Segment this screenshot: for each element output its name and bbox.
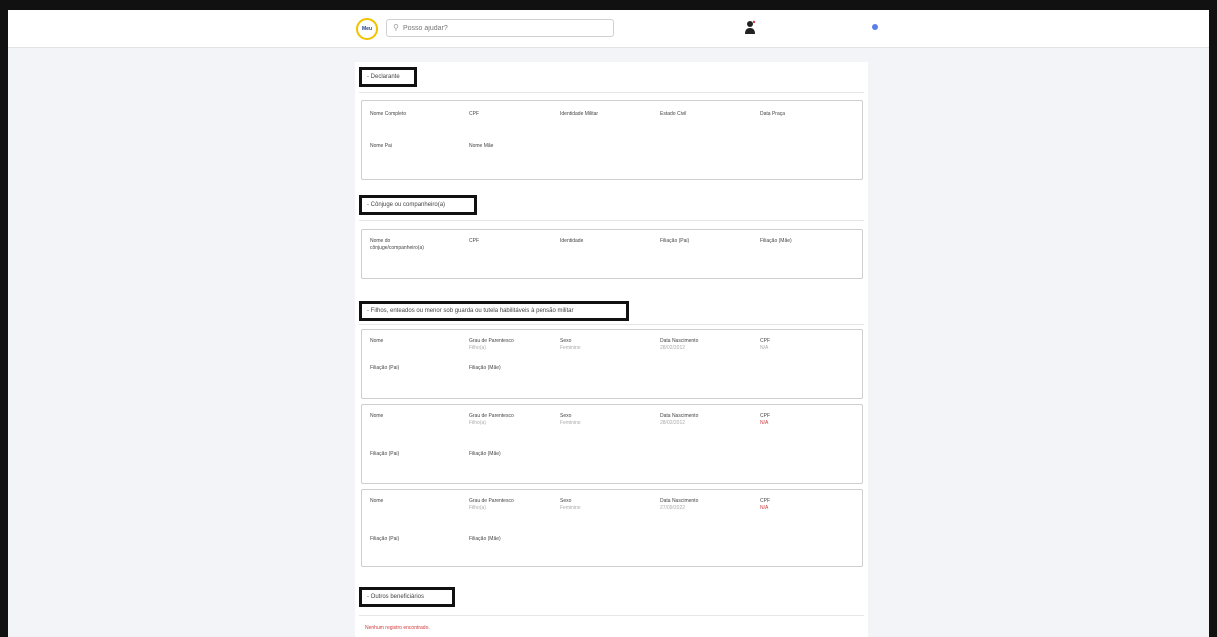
top-navigation-bar: Meu ⚲	[8, 10, 1209, 48]
menu-indicator[interactable]	[872, 24, 878, 30]
field-label: Filiação (Pai)	[370, 365, 400, 371]
section-title: - Cônjuge ou companheiro(a)	[367, 202, 446, 208]
field-label: Sexo	[560, 413, 572, 419]
field-value: Feminino	[560, 505, 581, 511]
field-label: Filiação (Mãe)	[469, 451, 501, 457]
field-value: N/A	[760, 420, 769, 426]
field-label: Nome do cônjuge/companheiro(a)	[370, 238, 424, 251]
field-label: Grau de Parentesco	[469, 498, 514, 504]
divider	[359, 220, 864, 221]
section-title: - Declarante	[367, 74, 400, 80]
conjuge-card: Nome do cônjuge/companheiro(a) CPF Ident…	[361, 229, 863, 279]
field-label: Sexo	[560, 498, 572, 504]
field-value: Feminino	[560, 345, 581, 351]
field-value: 28/02/2012	[660, 420, 686, 426]
main-content: - Declarante Nome Completo CPF Identidad…	[355, 62, 868, 637]
field-label: Estado Civil	[660, 111, 687, 117]
field-label: Sexo	[560, 338, 572, 344]
field-label: Identidade Militar	[560, 111, 599, 117]
app-logo[interactable]: Meu	[356, 18, 378, 40]
section-outros-header[interactable]: - Outros beneficiários	[359, 587, 455, 607]
filho-card: Nome Grau de Parentesco Filho(a) Sexo Fe…	[361, 404, 863, 484]
field-label: CPF	[760, 413, 770, 419]
field-label: Nome Completo	[370, 111, 407, 117]
field-label: CPF	[760, 338, 770, 344]
field-value: N/A	[760, 505, 769, 511]
field-label: CPF	[760, 498, 770, 504]
divider	[359, 92, 864, 93]
field-value: Filho(a)	[469, 345, 486, 351]
divider	[359, 615, 864, 616]
section-filhos-header[interactable]: - Filhos, enteados ou menor sob guarda o…	[359, 301, 629, 321]
field-label: Filiação (Pai)	[370, 536, 400, 542]
field-value: 27/09/2022	[660, 505, 686, 511]
field-label: Data Nascimento	[660, 498, 699, 504]
field-label: CPF	[469, 111, 479, 117]
search-icon: ⚲	[393, 23, 399, 32]
empty-state-message: Nenhum registro encontrado.	[365, 625, 430, 631]
search-input[interactable]	[403, 21, 603, 35]
field-value: Filho(a)	[469, 420, 486, 426]
filho-card: Nome Grau de Parentesco Filho(a) Sexo Fe…	[361, 489, 863, 567]
field-label: Filiação (Pai)	[660, 238, 690, 244]
field-value: Filho(a)	[469, 505, 486, 511]
field-label: Filiação (Mãe)	[469, 536, 501, 542]
field-value: Feminino	[560, 420, 581, 426]
section-conjuge-header[interactable]: - Cônjuge ou companheiro(a)	[359, 195, 477, 215]
field-label: Grau de Parentesco	[469, 413, 514, 419]
field-value: N/A	[760, 345, 769, 351]
field-label: Nome	[370, 338, 384, 344]
section-title: - Outros beneficiários	[367, 594, 425, 600]
field-label: Data Praça	[760, 111, 786, 117]
field-label: Filiação (Mãe)	[469, 365, 501, 371]
field-label: Data Nascimento	[660, 338, 699, 344]
field-value: 28/02/2012	[660, 345, 686, 351]
divider	[359, 324, 864, 325]
field-label: Nome	[370, 498, 384, 504]
field-label: Filiação (Mãe)	[760, 238, 792, 244]
search-box[interactable]: ⚲	[386, 19, 614, 37]
person-icon[interactable]	[744, 20, 756, 34]
section-title: - Filhos, enteados ou menor sob guarda o…	[367, 308, 574, 314]
field-label: Nome Pai	[370, 143, 392, 149]
declarante-card: Nome Completo CPF Identidade Militar Est…	[361, 100, 863, 180]
field-label: CPF	[469, 238, 479, 244]
field-label: Filiação (Pai)	[370, 451, 400, 457]
field-label: Nome	[370, 413, 384, 419]
field-label: Identidade	[560, 238, 584, 244]
filho-card: Nome Grau de Parentesco Filho(a) Sexo Fe…	[361, 329, 863, 399]
field-label: Grau de Parentesco	[469, 338, 514, 344]
section-declarante-header[interactable]: - Declarante	[359, 67, 417, 87]
field-label: Data Nascimento	[660, 413, 699, 419]
field-label: Nome Mãe	[469, 143, 494, 149]
